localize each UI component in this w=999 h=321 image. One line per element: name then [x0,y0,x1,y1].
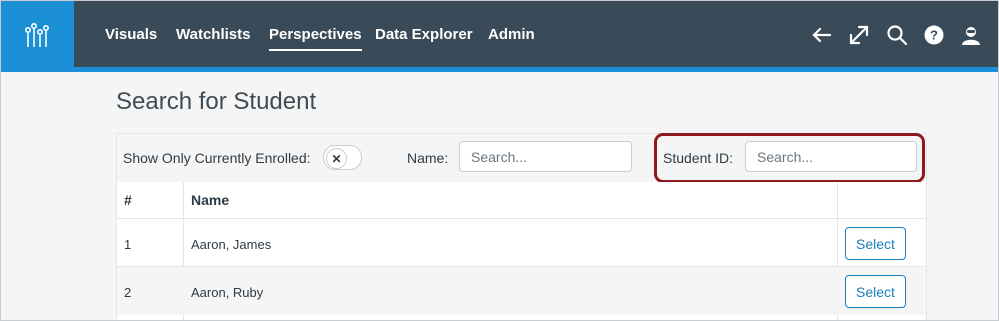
help-icon[interactable]: ? [922,23,946,47]
student-name: Aaron, Ruby [191,285,264,300]
name-filter-label: Name: [407,150,449,166]
app-window: Visuals Watchlists Perspectives Data Exp… [0,0,999,321]
nav-item-perspectives[interactable]: Perspectives [269,26,362,51]
student-name: Aaron, James [191,237,272,252]
expand-icon[interactable] [847,23,871,47]
table-row: 2 Aaron, Ruby Select [117,266,926,315]
results-table: # Name 1 Aaron, James Select 2 Aaron, Ru… [116,182,927,320]
column-header-number: # [124,192,132,208]
user-icon[interactable] [959,23,983,47]
row-number: 1 [124,237,132,252]
column-header-name: Name [191,192,230,208]
page-title: Search for Student [116,88,317,115]
select-button[interactable]: Select [845,227,906,260]
student-id-highlight-box [654,133,925,183]
svg-text:?: ? [930,28,938,43]
row-number: 2 [124,285,132,300]
name-search-input[interactable] [459,141,632,172]
select-button[interactable]: Select [845,275,906,308]
toggle-off-icon: ✕ [326,148,347,169]
enrolled-toggle[interactable]: ✕ [323,145,362,170]
enrolled-filter-label: Show Only Currently Enrolled: [123,150,311,166]
nav-item-watchlists[interactable]: Watchlists [176,26,250,43]
app-logo[interactable] [1,1,74,72]
arrow-left-icon[interactable] [810,23,834,47]
search-icon[interactable] [885,23,909,47]
table-row: 1 Aaron, James Select [117,218,926,267]
nav-item-data-explorer[interactable]: Data Explorer [375,26,473,43]
nav-item-admin[interactable]: Admin [488,26,535,43]
lines-nodes-icon [24,22,49,47]
nav-item-visuals[interactable]: Visuals [105,26,157,43]
